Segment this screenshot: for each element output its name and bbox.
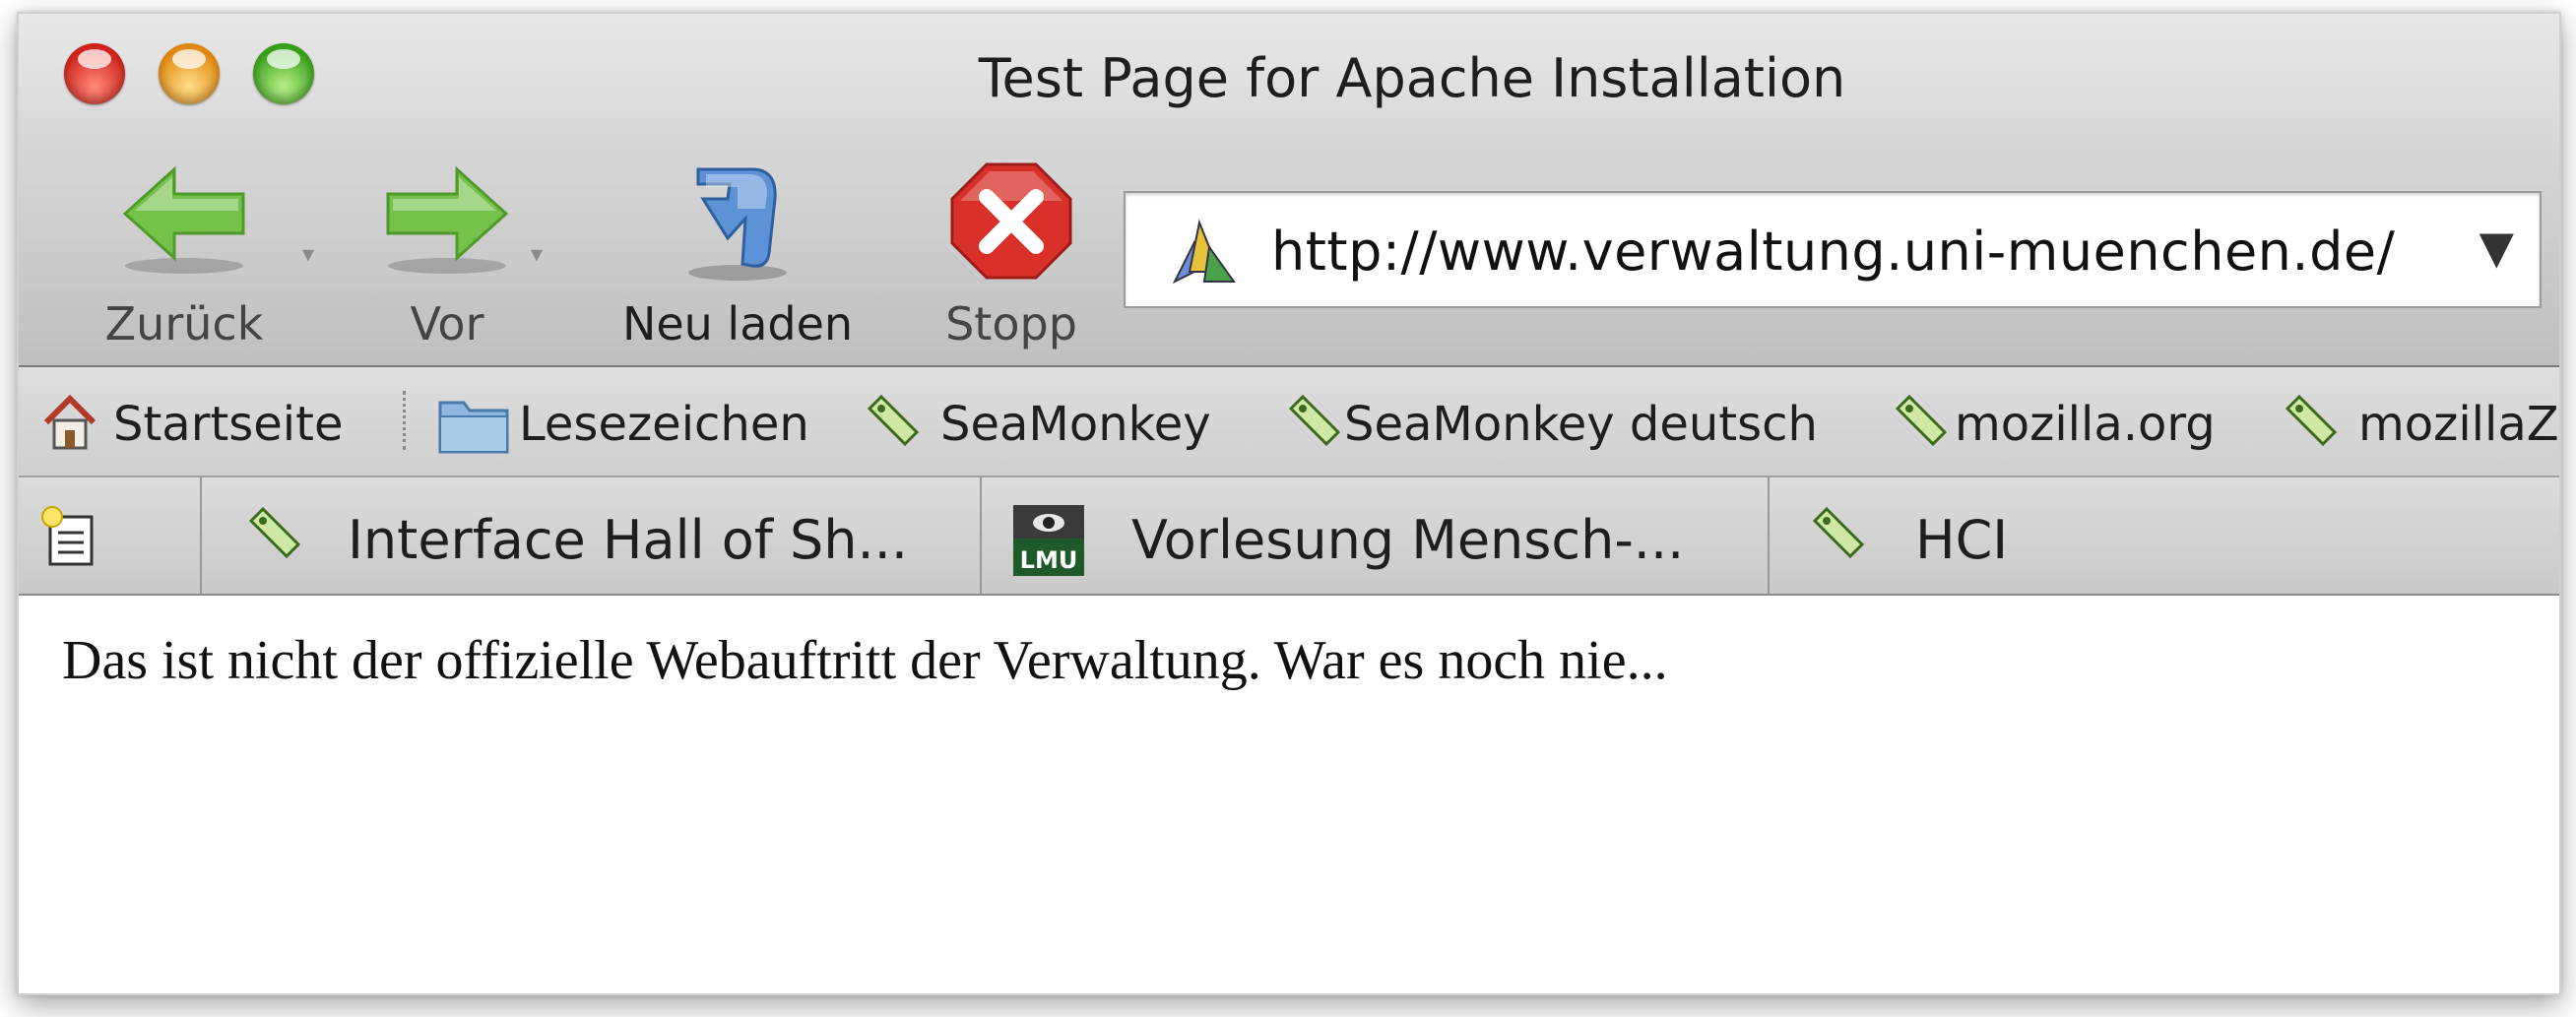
tab-bar: Interface Hall of Sh... LMU Vorlesung Me… bbox=[19, 477, 2559, 596]
forward-button[interactable]: Vor bbox=[368, 159, 526, 350]
bookmarks-toolbar: Startseite Lesezeichen SeaMonkey SeaMonk… bbox=[19, 367, 2559, 477]
reload-label: Neu laden bbox=[621, 297, 854, 350]
home-icon bbox=[43, 394, 97, 450]
bookmark-icon bbox=[2285, 394, 2338, 447]
bookmark-icon bbox=[248, 506, 301, 559]
svg-text:LMU: LMU bbox=[1020, 546, 1078, 574]
browser-window: Test Page for Apache Installation Zurück… bbox=[17, 12, 2561, 995]
stop-icon bbox=[950, 162, 1072, 280]
url-text[interactable]: http://www.verwaltung.uni-muenchen.de/ bbox=[1271, 221, 2395, 283]
browser-chrome: Test Page for Apache Installation Zurück… bbox=[19, 14, 2559, 367]
bookmark-label: Lesezeichen bbox=[519, 397, 809, 452]
page-content: Das ist nicht der offizielle Webauftritt… bbox=[19, 596, 2559, 993]
forward-label: Vor bbox=[410, 297, 484, 350]
stop-label: Stopp bbox=[945, 297, 1077, 350]
forward-arrow-icon bbox=[386, 165, 509, 274]
reload-icon bbox=[688, 167, 787, 281]
new-tab-icon bbox=[41, 506, 94, 566]
bookmark-icon bbox=[867, 394, 920, 447]
tab-separator bbox=[200, 477, 202, 594]
bookmark-label: mozillaZ bbox=[2358, 397, 2559, 452]
back-label: Zurück bbox=[104, 297, 264, 350]
folder-icon bbox=[438, 401, 509, 454]
tab-separator bbox=[1768, 477, 1770, 594]
bookmark-label: SeaMonkey deutsch bbox=[1344, 397, 1818, 452]
bookmark-label: SeaMonkey bbox=[940, 397, 1211, 452]
bookmark-icon bbox=[1812, 506, 1865, 559]
back-history-dropdown-icon[interactable]: ▾ bbox=[302, 240, 314, 268]
lmu-logo-icon: LMU bbox=[1013, 505, 1084, 576]
back-button[interactable]: Zurück bbox=[105, 159, 263, 350]
bookmark-label: mozilla.org bbox=[1955, 397, 2216, 452]
site-favicon-icon bbox=[1172, 219, 1236, 285]
tab-label: Interface Hall of Sh... bbox=[348, 509, 909, 571]
reload-button[interactable]: Neu laden bbox=[622, 159, 853, 350]
tab-label: HCI bbox=[1915, 509, 2009, 571]
bookmark-label: Startseite bbox=[113, 397, 344, 452]
bookmarks-separator bbox=[403, 391, 406, 450]
back-arrow-icon bbox=[122, 165, 245, 274]
stop-button[interactable]: Stopp bbox=[933, 159, 1090, 350]
forward-history-dropdown-icon[interactable]: ▾ bbox=[531, 240, 543, 268]
bookmark-icon bbox=[1288, 394, 1341, 447]
page-body-text: Das ist nicht der offizielle Webauftritt… bbox=[62, 630, 1668, 691]
window-title: Test Page for Apache Installation bbox=[978, 47, 1846, 109]
bookmark-icon bbox=[1895, 394, 1948, 447]
tab-label: Vorlesung Mensch-... bbox=[1131, 509, 1685, 571]
url-bar[interactable]: http://www.verwaltung.uni-muenchen.de/ ▼ bbox=[1124, 191, 2542, 308]
url-dropdown-icon[interactable]: ▼ bbox=[2479, 221, 2514, 274]
tab-separator bbox=[980, 477, 982, 594]
